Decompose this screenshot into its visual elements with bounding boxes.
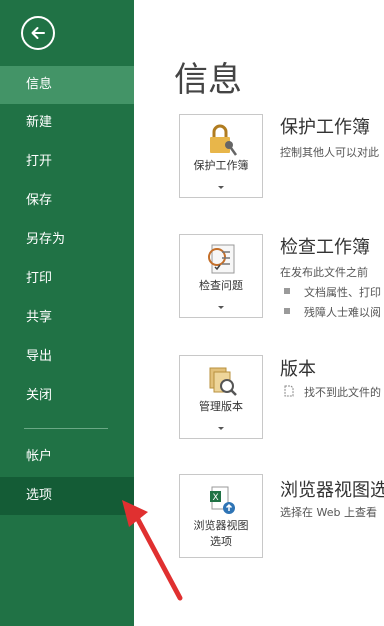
nav-item-share[interactable]: 共享	[0, 299, 134, 337]
manage-versions-button[interactable]: 管理版本	[179, 355, 263, 439]
dropdown-caret-icon	[218, 427, 224, 430]
check-issues-button[interactable]: 检查问题	[179, 234, 263, 318]
versions-icon	[209, 367, 237, 396]
bullet-icon	[284, 308, 290, 314]
bullet-icon	[284, 288, 290, 294]
lock-key-icon	[210, 124, 238, 156]
check-issues-label: 检查问题	[199, 279, 243, 292]
excel-web-icon: X	[210, 486, 235, 514]
inspect-bullet-2: 残障人士难以阅	[304, 306, 381, 319]
checklist-icon	[208, 244, 235, 274]
protect-workbook-desc: 控制其他人可以对此	[280, 146, 379, 159]
backstage-sidebar: 信息 新建 打开 保存 另存为 打印 共享 导出 关闭 帐户 选项	[0, 0, 134, 626]
nav-item-account[interactable]: 帐户	[0, 438, 134, 476]
browser-view-desc: 选择在 Web 上查看	[280, 506, 377, 519]
inspect-bullet-1: 文档属性、打印	[304, 286, 381, 299]
nav-item-save-as[interactable]: 另存为	[0, 221, 134, 259]
nav-divider	[24, 428, 108, 429]
inspect-workbook-title: 检查工作簿	[280, 237, 370, 258]
nav-item-info[interactable]: 信息	[0, 66, 134, 104]
versions-title: 版本	[280, 359, 316, 380]
dropdown-caret-icon	[218, 186, 224, 189]
nav-item-open[interactable]: 打开	[0, 143, 134, 181]
back-arrow-icon	[31, 27, 45, 39]
manage-versions-label: 管理版本	[199, 400, 243, 413]
protect-workbook-title: 保护工作簿	[280, 117, 370, 138]
protect-workbook-label: 保护工作簿	[193, 159, 249, 172]
browser-view-options-label-line2: 选项	[210, 535, 232, 548]
nav-item-options[interactable]: 选项	[0, 477, 134, 515]
browser-view-title: 浏览器视图选	[280, 480, 384, 501]
browser-view-options-label-line1: 浏览器视图	[193, 519, 249, 532]
nav-item-print[interactable]: 打印	[0, 260, 134, 298]
nav-item-new[interactable]: 新建	[0, 104, 134, 142]
versions-desc: 找不到此文件的	[304, 386, 381, 399]
page-title: 信息	[174, 60, 242, 100]
nav-item-save[interactable]: 保存	[0, 182, 134, 220]
dropdown-caret-icon	[218, 306, 224, 309]
back-button[interactable]	[21, 16, 55, 50]
nav-item-export[interactable]: 导出	[0, 338, 134, 376]
inspect-workbook-desc: 在发布此文件之前	[280, 266, 368, 279]
svg-text:X: X	[213, 493, 219, 503]
protect-workbook-button[interactable]: 保护工作簿	[179, 114, 263, 198]
document-icon	[284, 385, 294, 397]
browser-view-options-button[interactable]: X 浏览器视图 选项	[179, 474, 263, 558]
nav-item-close[interactable]: 关闭	[0, 377, 134, 415]
